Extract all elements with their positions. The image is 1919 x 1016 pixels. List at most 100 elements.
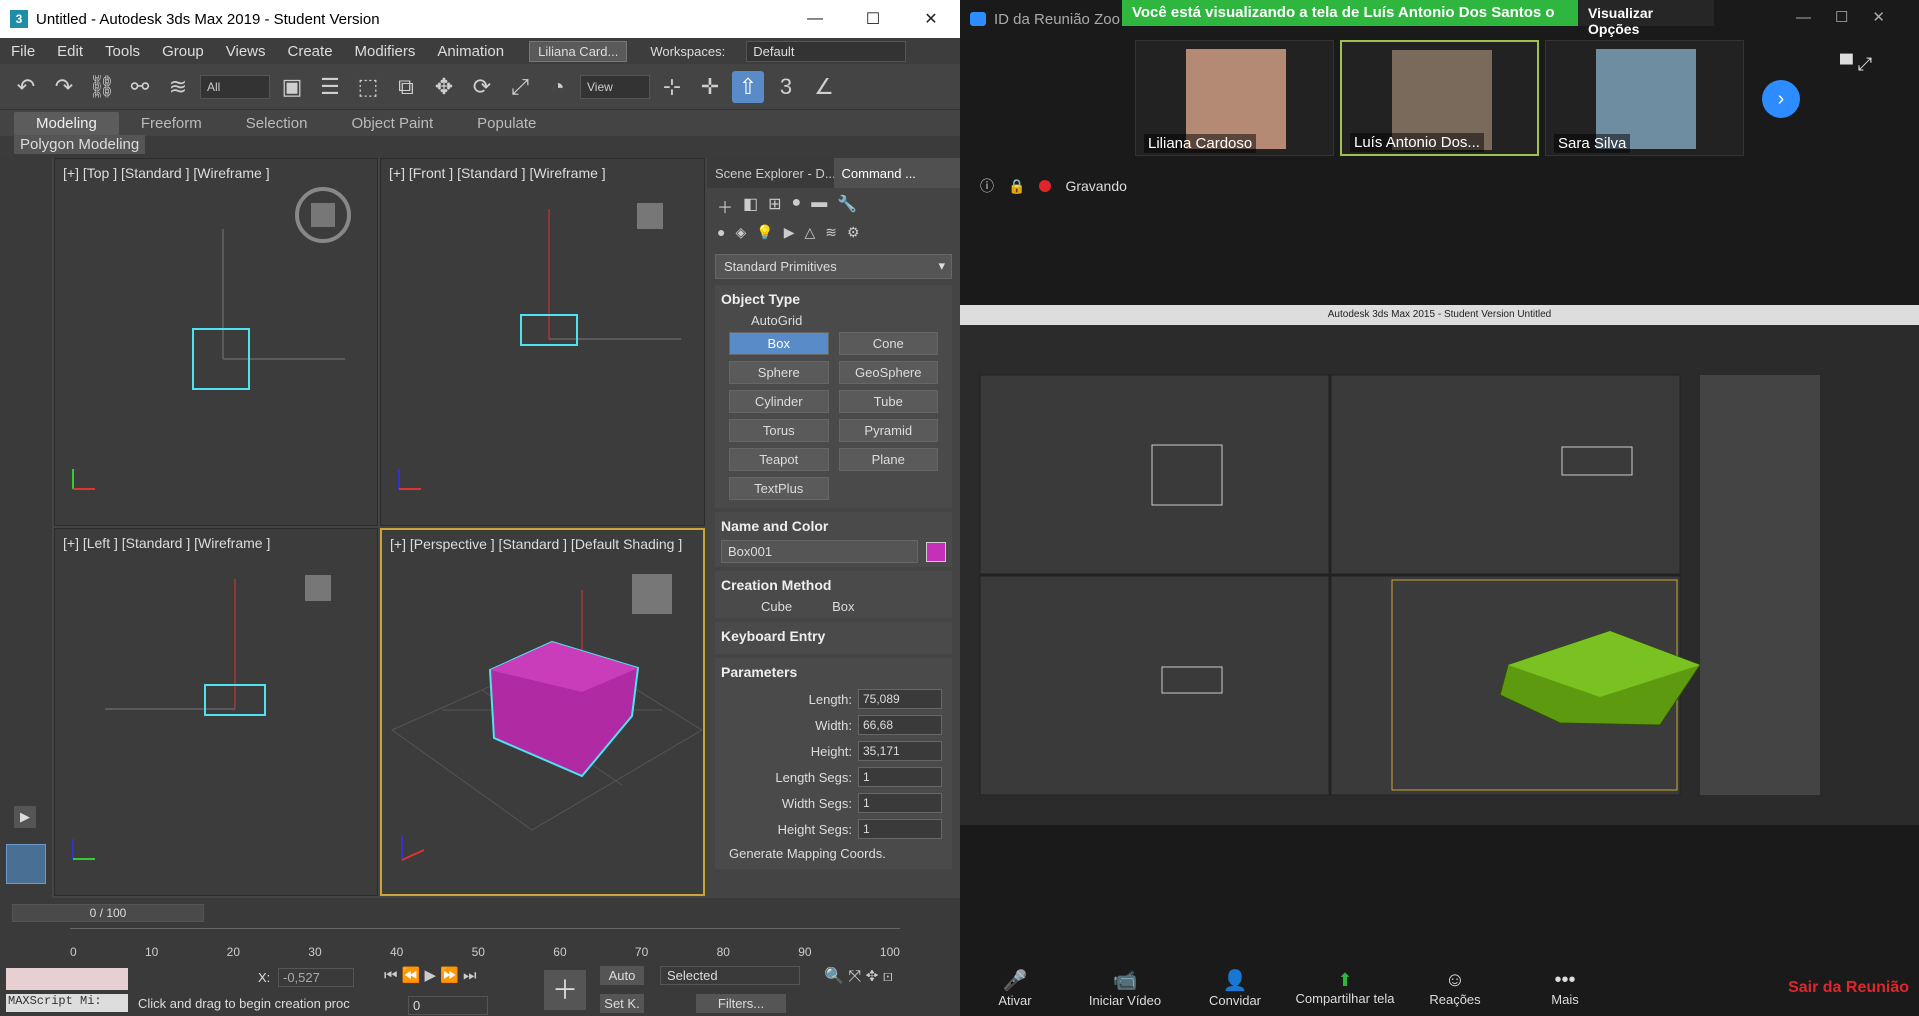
participant-tile-active[interactable]: Luís Antonio Dos... <box>1340 40 1539 156</box>
menu-create[interactable]: Create <box>277 43 344 60</box>
object-type-header[interactable]: Object Type <box>721 289 946 313</box>
parameters-header[interactable]: Parameters <box>721 662 946 686</box>
scale-icon[interactable]: ⤢ <box>504 71 536 103</box>
create-tab-icon[interactable]: ＋ <box>717 194 733 217</box>
more-button[interactable]: ••• Mais <box>1510 969 1620 1007</box>
auto-key-button[interactable]: Auto <box>600 966 644 985</box>
width-segs-spinner[interactable]: 1 <box>858 793 942 813</box>
cube-radio[interactable]: Cube <box>761 599 792 614</box>
reactions-button[interactable]: ☺ Reações <box>1400 969 1510 1007</box>
tab-scene-explorer[interactable]: Scene Explorer - D... <box>707 158 834 188</box>
shapes-icon[interactable]: ◈ <box>735 224 746 242</box>
tab-selection[interactable]: Selection <box>224 112 330 135</box>
menu-animation[interactable]: Animation <box>426 43 515 60</box>
maximize-button[interactable]: ☐ <box>844 9 902 29</box>
modify-tab-icon[interactable]: ◧ <box>743 194 758 213</box>
maxscript-listener[interactable] <box>6 968 128 990</box>
bind-spacewarp-icon[interactable]: ≋ <box>162 71 194 103</box>
workspace-dropdown[interactable]: Default <box>746 40 907 62</box>
viewport-layout-icon[interactable] <box>6 844 46 884</box>
creation-method-header[interactable]: Creation Method <box>721 575 946 599</box>
rotate-icon[interactable]: ⟳ <box>466 71 498 103</box>
cone-button[interactable]: Cone <box>838 332 938 355</box>
key-filter-dropdown[interactable]: Selected <box>660 966 800 985</box>
current-frame-input[interactable]: 0 <box>408 996 488 1015</box>
box-button[interactable]: Box <box>729 332 829 355</box>
ref-coord-dropdown[interactable]: View <box>580 74 650 99</box>
menu-modifiers[interactable]: Modifiers <box>344 43 427 60</box>
time-slider[interactable]: 0 / 100 <box>12 904 204 922</box>
generate-mapping-checkbox[interactable]: Generate Mapping Coords. <box>721 842 946 865</box>
move-icon[interactable]: ✥ <box>428 71 460 103</box>
close-button[interactable]: ✕ <box>902 9 960 29</box>
add-key-icon[interactable]: ＋ <box>544 970 586 1010</box>
navigation-icons[interactable]: 🔍 ⤧ ✥ ⊡ <box>824 966 893 986</box>
redo-icon[interactable]: ↷ <box>48 71 80 103</box>
menu-views[interactable]: Views <box>215 43 277 60</box>
unlink-icon[interactable]: ⚯ <box>124 71 156 103</box>
geometry-icon[interactable]: ● <box>717 224 725 242</box>
lights-icon[interactable]: 💡 <box>756 224 773 242</box>
select-object-icon[interactable]: ▣ <box>276 71 308 103</box>
info-icon[interactable]: ⓘ <box>980 176 994 196</box>
menu-edit[interactable]: Edit <box>46 43 94 60</box>
zoom-window-controls[interactable]: —☐✕ <box>1796 8 1909 26</box>
length-spinner[interactable]: 75,089 <box>858 689 942 709</box>
systems-icon[interactable]: ⚙ <box>847 224 860 242</box>
pyramid-button[interactable]: Pyramid <box>838 419 938 442</box>
maxscript-mini[interactable]: MAXScript Mi: <box>6 994 128 1012</box>
viewport-front[interactable]: [+] [Front ] [Standard ] [Wireframe ] <box>380 158 705 526</box>
lock-icon[interactable]: 🔒 <box>1008 178 1025 195</box>
rect-selection-icon[interactable]: ⬚ <box>352 71 384 103</box>
hierarchy-tab-icon[interactable]: ⊞ <box>768 194 781 213</box>
autogrid-checkbox[interactable]: AutoGrid <box>721 313 946 328</box>
minimize-button[interactable]: — <box>786 10 844 28</box>
next-page-icon[interactable]: › <box>1762 80 1800 118</box>
object-name-input[interactable]: Box001 <box>721 540 918 563</box>
display-tab-icon[interactable]: ▬ <box>811 194 827 212</box>
invite-button[interactable]: 👤 Convidar <box>1180 968 1290 1008</box>
tab-populate[interactable]: Populate <box>455 112 558 135</box>
participant-tile[interactable]: Sara Silva <box>1545 40 1744 156</box>
tube-button[interactable]: Tube <box>838 390 938 413</box>
timeline-track[interactable]: 0 10 20 30 40 50 60 70 80 90 100 <box>70 928 900 962</box>
view-options-button[interactable]: Visualizar Opções <box>1578 0 1714 37</box>
spacewarps-icon[interactable]: ≋ <box>825 224 837 242</box>
viewport-top[interactable]: [+] [Top ] [Standard ] [Wireframe ] <box>54 158 378 526</box>
tab-command-panel[interactable]: Command ... <box>833 158 960 188</box>
x-coord-input[interactable]: -0,527 <box>278 968 354 987</box>
textplus-button[interactable]: TextPlus <box>729 477 829 500</box>
torus-button[interactable]: Torus <box>729 419 829 442</box>
manipulate-icon[interactable]: ✛ <box>694 71 726 103</box>
sphere-button[interactable]: Sphere <box>729 361 829 384</box>
menu-tools[interactable]: Tools <box>94 43 151 60</box>
width-spinner[interactable]: 66,68 <box>858 715 942 735</box>
viewport-perspective[interactable]: [+] [Perspective ] [Standard ] [Default … <box>380 528 705 896</box>
pivot-icon[interactable]: ⊹ <box>656 71 688 103</box>
teapot-button[interactable]: Teapot <box>729 448 829 471</box>
tab-object-paint[interactable]: Object Paint <box>329 112 455 135</box>
height-spinner[interactable]: 35,171 <box>858 741 942 761</box>
select-by-name-icon[interactable]: ☰ <box>314 71 346 103</box>
playback-controls[interactable]: ⏮ ⏪ ▶ ⏩ ⏭ <box>384 966 477 984</box>
keyboard-shortcut-toggle-icon[interactable]: ⇧ <box>732 70 764 103</box>
box-radio[interactable]: Box <box>832 599 854 614</box>
cylinder-button[interactable]: Cylinder <box>729 390 829 413</box>
cameras-icon[interactable]: ▶ <box>784 224 795 242</box>
start-video-button[interactable]: 📹 Iniciar Vídeo <box>1070 968 1180 1008</box>
snaps-toggle-icon[interactable]: 3 <box>770 71 802 103</box>
key-filters-button[interactable]: Filters... <box>696 994 786 1013</box>
play-side-icon[interactable]: ▶ <box>14 806 36 828</box>
angle-snap-icon[interactable]: ∠ <box>808 71 840 103</box>
polygon-modeling-label[interactable]: Polygon Modeling <box>14 135 146 154</box>
selection-filter-dropdown[interactable]: All <box>200 74 270 99</box>
share-screen-button[interactable]: ⬆ Compartilhar tela <box>1290 970 1400 1006</box>
helpers-icon[interactable]: △ <box>804 224 815 242</box>
set-key-button[interactable]: Set K. <box>600 994 644 1013</box>
menu-file[interactable]: File <box>0 43 46 60</box>
height-segs-spinner[interactable]: 1 <box>858 819 942 839</box>
user-account-dropdown[interactable]: Liliana Card... <box>529 40 628 62</box>
object-color-swatch[interactable] <box>926 541 946 562</box>
utilities-tab-icon[interactable]: 🔧 <box>837 194 857 213</box>
keyboard-entry-header[interactable]: Keyboard Entry <box>721 626 946 650</box>
